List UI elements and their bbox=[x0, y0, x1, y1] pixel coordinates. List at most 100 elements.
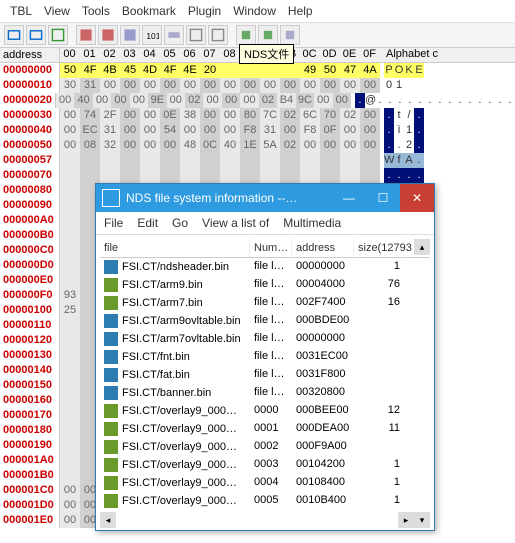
hex-byte[interactable] bbox=[60, 393, 80, 408]
hex-byte[interactable] bbox=[220, 168, 240, 183]
menu-tools[interactable]: Tools bbox=[82, 4, 110, 18]
hex-byte[interactable]: 32 bbox=[100, 138, 120, 153]
hex-byte[interactable]: 47 bbox=[340, 63, 360, 78]
menu-view[interactable]: View bbox=[44, 4, 70, 18]
hex-byte[interactable]: 00 bbox=[280, 78, 300, 93]
file-row[interactable]: FSI.CT/banner.binfile l…00320800 bbox=[100, 384, 430, 402]
scroll-left-icon[interactable]: ◂ bbox=[100, 512, 116, 528]
hex-byte[interactable]: 00 bbox=[160, 78, 180, 93]
hex-byte[interactable]: 02 bbox=[185, 93, 203, 108]
hex-byte[interactable]: EC bbox=[80, 123, 100, 138]
hex-byte[interactable] bbox=[200, 153, 220, 168]
hex-byte[interactable] bbox=[280, 168, 300, 183]
hex-byte[interactable]: F8 bbox=[300, 123, 320, 138]
hex-byte[interactable]: 02 bbox=[280, 138, 300, 153]
hex-byte[interactable]: 00 bbox=[200, 78, 220, 93]
toolbar-btn-13[interactable] bbox=[280, 25, 300, 45]
hex-byte[interactable] bbox=[140, 168, 160, 183]
modal-menu-multimedia[interactable]: Multimedia bbox=[283, 216, 341, 230]
hex-byte[interactable]: 00 bbox=[280, 123, 300, 138]
hex-byte[interactable] bbox=[60, 198, 80, 213]
toolbar-btn-11[interactable] bbox=[236, 25, 256, 45]
col-address[interactable]: address bbox=[292, 239, 354, 257]
file-row[interactable]: FSI.CT/overlay9_000…0001000DEA0011 bbox=[100, 420, 430, 438]
hex-byte[interactable] bbox=[180, 168, 200, 183]
hex-byte[interactable]: 00 bbox=[140, 108, 160, 123]
hex-byte[interactable]: 31 bbox=[100, 123, 120, 138]
hex-byte[interactable]: 00 bbox=[200, 123, 220, 138]
hex-byte[interactable] bbox=[60, 408, 80, 423]
hex-byte[interactable]: 9C bbox=[296, 93, 314, 108]
file-row[interactable]: FSI.CT/overlay9_000…0000000BEE0012 bbox=[100, 402, 430, 420]
menu-bookmark[interactable]: Bookmark bbox=[122, 4, 176, 18]
hex-byte[interactable] bbox=[120, 153, 140, 168]
hex-byte[interactable]: B4 bbox=[277, 93, 295, 108]
toolbar-btn-10[interactable] bbox=[208, 25, 228, 45]
menu-tbl[interactable]: TBL bbox=[10, 4, 32, 18]
hex-byte[interactable]: 40 bbox=[74, 93, 92, 108]
hex-byte[interactable]: 00 bbox=[340, 78, 360, 93]
hex-byte[interactable]: 00 bbox=[260, 78, 280, 93]
hex-byte[interactable]: 00 bbox=[56, 93, 74, 108]
hex-byte[interactable]: 4D bbox=[140, 63, 160, 78]
hex-byte[interactable]: F8 bbox=[240, 123, 260, 138]
hex-byte[interactable]: 00 bbox=[167, 93, 185, 108]
hex-byte[interactable] bbox=[140, 153, 160, 168]
menu-help[interactable]: Help bbox=[288, 4, 313, 18]
toolbar-btn-6[interactable] bbox=[120, 25, 140, 45]
modal-titlebar[interactable]: NDS file system information --… — ☐ ✕ bbox=[96, 184, 434, 212]
hex-byte[interactable]: 0E bbox=[160, 108, 180, 123]
hex-byte[interactable] bbox=[60, 468, 80, 483]
hex-byte[interactable] bbox=[360, 168, 380, 183]
hex-byte[interactable]: 00 bbox=[222, 93, 240, 108]
hex-byte[interactable]: 7C bbox=[260, 108, 280, 123]
hex-byte[interactable]: 50 bbox=[320, 63, 340, 78]
hex-byte[interactable]: 00 bbox=[120, 138, 140, 153]
hex-byte[interactable]: 00 bbox=[140, 78, 160, 93]
hex-byte[interactable]: 00 bbox=[333, 93, 351, 108]
close-button[interactable]: ✕ bbox=[400, 184, 434, 212]
hex-byte[interactable] bbox=[240, 63, 260, 78]
hex-byte[interactable] bbox=[60, 423, 80, 438]
hex-byte[interactable] bbox=[60, 333, 80, 348]
file-row[interactable]: FSI.CT/fat.binfile l…0031F800 bbox=[100, 366, 430, 384]
hex-byte[interactable] bbox=[120, 168, 140, 183]
hex-byte[interactable]: 00 bbox=[100, 78, 120, 93]
hex-byte[interactable]: 25 bbox=[60, 303, 80, 318]
toolbar-btn-3[interactable] bbox=[48, 25, 68, 45]
hex-byte[interactable]: 00 bbox=[320, 138, 340, 153]
hex-byte[interactable] bbox=[80, 168, 100, 183]
hex-byte[interactable] bbox=[260, 168, 280, 183]
hex-byte[interactable]: 4B bbox=[100, 63, 120, 78]
hex-byte[interactable]: 02 bbox=[280, 108, 300, 123]
hex-byte[interactable] bbox=[280, 153, 300, 168]
hex-byte[interactable] bbox=[60, 228, 80, 243]
hex-byte[interactable] bbox=[160, 168, 180, 183]
hex-byte[interactable] bbox=[260, 63, 280, 78]
hex-byte[interactable]: 4E bbox=[180, 63, 200, 78]
hex-byte[interactable] bbox=[320, 153, 340, 168]
hex-byte[interactable]: 02 bbox=[340, 108, 360, 123]
hex-byte[interactable]: 31 bbox=[260, 123, 280, 138]
hex-byte[interactable]: 00 bbox=[240, 78, 260, 93]
modal-menu-go[interactable]: Go bbox=[172, 216, 188, 230]
hex-byte[interactable]: 00 bbox=[220, 108, 240, 123]
file-row[interactable]: FSI.CT/overlay9_000…00050010B4001 bbox=[100, 492, 430, 510]
hex-byte[interactable] bbox=[60, 258, 80, 273]
menu-plugin[interactable]: Plugin bbox=[188, 4, 221, 18]
hex-byte[interactable] bbox=[300, 153, 320, 168]
menu-window[interactable]: Window bbox=[233, 4, 276, 18]
hex-byte[interactable] bbox=[240, 153, 260, 168]
hex-byte[interactable] bbox=[60, 438, 80, 453]
hex-byte[interactable] bbox=[220, 63, 240, 78]
hex-byte[interactable] bbox=[60, 453, 80, 468]
file-row[interactable]: FSI.CT/overlay9_000…0002000F9A00 bbox=[100, 438, 430, 456]
toolbar-btn-9[interactable] bbox=[186, 25, 206, 45]
hex-byte[interactable]: 2F bbox=[100, 108, 120, 123]
hex-byte[interactable]: 40 bbox=[220, 138, 240, 153]
modal-menu-view[interactable]: View a list of bbox=[202, 216, 269, 230]
hex-byte[interactable] bbox=[300, 168, 320, 183]
hex-byte[interactable]: 00 bbox=[111, 93, 129, 108]
toolbar-nds-btn[interactable]: NDS文件 bbox=[258, 25, 278, 45]
hex-byte[interactable]: 00 bbox=[180, 78, 200, 93]
